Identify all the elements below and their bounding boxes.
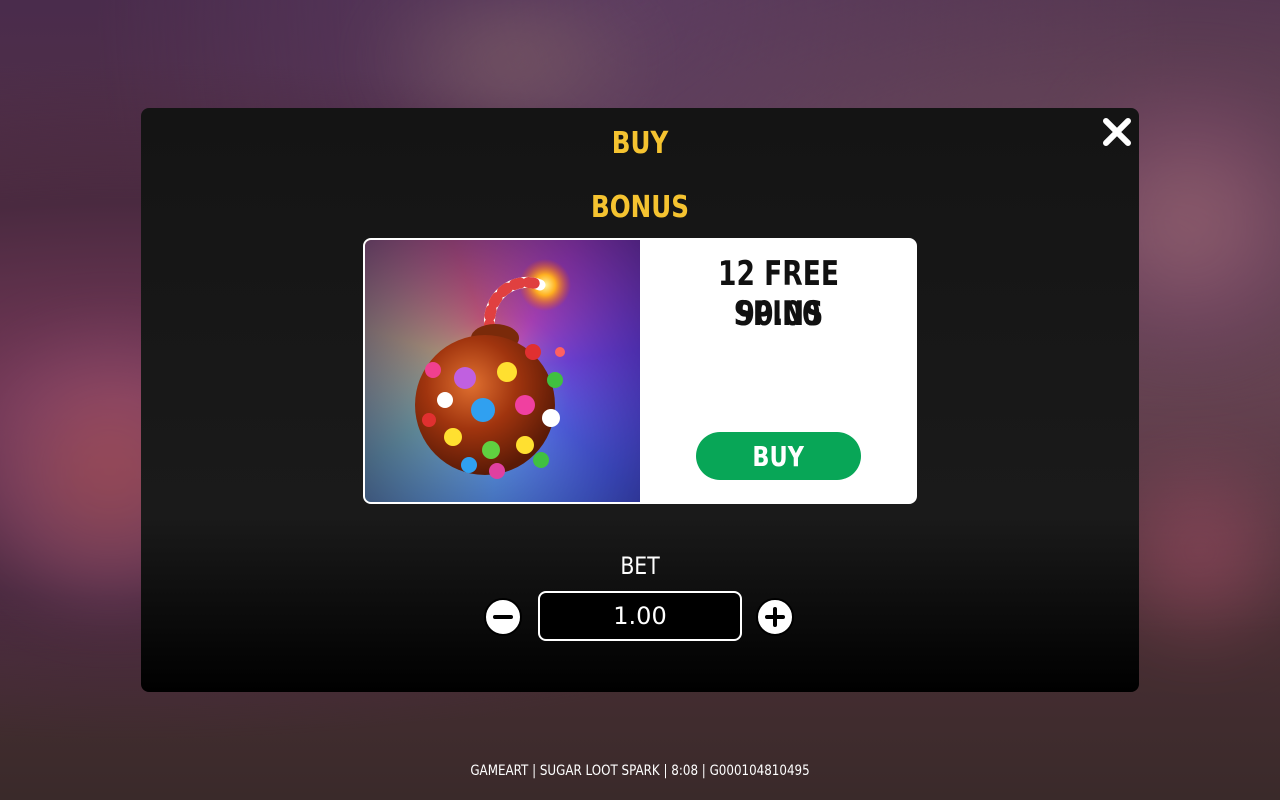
footer-info: GAMEART | SUGAR LOOT SPARK | 8:08 | G000… bbox=[470, 763, 810, 779]
bonus-image bbox=[365, 240, 640, 502]
close-button[interactable] bbox=[1099, 114, 1135, 150]
section-title: BONUS bbox=[591, 190, 689, 225]
modal-title: BUY bbox=[611, 126, 669, 161]
plus-circle-icon bbox=[765, 607, 785, 627]
bonus-card: 12 FREE SPINS 90.00 BUY bbox=[363, 238, 917, 504]
minus-circle-icon bbox=[493, 615, 513, 619]
bonus-info: 12 FREE SPINS 90.00 BUY bbox=[640, 240, 915, 502]
candy-bomb-icon bbox=[415, 259, 571, 479]
bonus-price: 90.00 bbox=[736, 294, 821, 334]
buy-bonus-label: BUY bbox=[752, 439, 805, 473]
bet-label: BET bbox=[620, 552, 660, 580]
background-glow bbox=[300, 0, 720, 120]
close-icon bbox=[1103, 118, 1131, 146]
decrease-bet-button[interactable] bbox=[484, 598, 522, 636]
increase-bet-button[interactable] bbox=[756, 598, 794, 636]
buy-bonus-modal: BUY BONUS 12 FREE SPINS 90.00 BUY BET 1.… bbox=[141, 108, 1139, 692]
bet-value-field[interactable]: 1.00 bbox=[538, 591, 742, 641]
buy-bonus-button[interactable]: BUY bbox=[696, 432, 861, 480]
